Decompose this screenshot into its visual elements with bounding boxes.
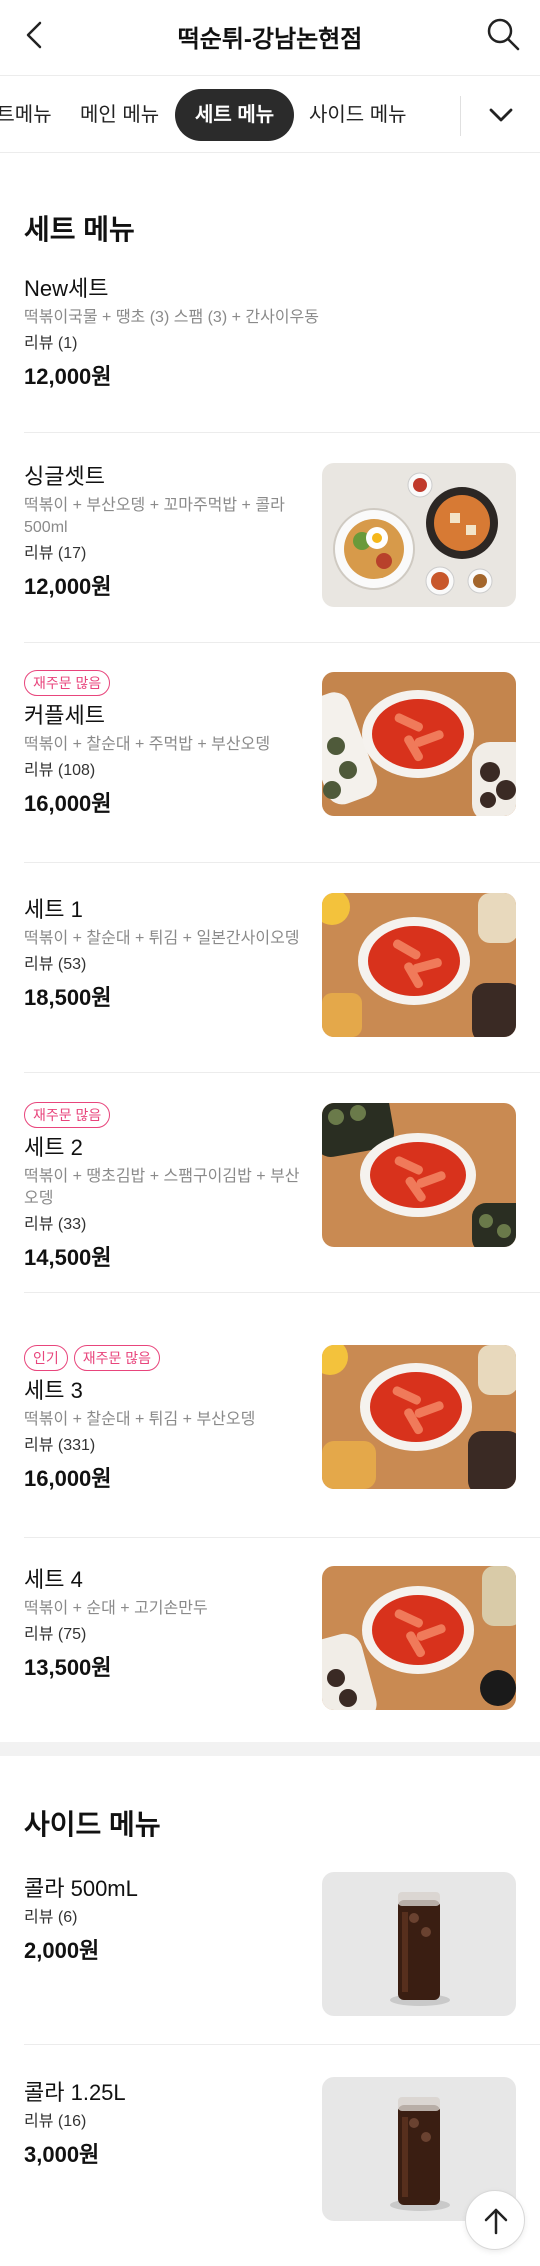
arrow-up-icon: [484, 2208, 508, 2235]
tteokbokki-photo[interactable]: [322, 893, 516, 1037]
menu-item-price: 2,000원: [24, 1938, 100, 1963]
menu-item-desc: 떡볶이국물 + 땡초 (3) 스팸 (3) + 간사이우동: [24, 309, 319, 326]
menu-item[interactable]: 재주문 많음 세트 2 떡볶이 + 땡초김밥 + 스팸구이김밥 + 부산오뎅 리…: [0, 1073, 540, 1293]
menu-category-tabs: 세트메뉴 메인 메뉴 세트 메뉴 사이드 메뉴: [0, 75, 540, 153]
reorder-badge: 재주문 많음: [24, 670, 111, 696]
menu-item-desc: 떡볶이 + 찰순대 + 주먹밥 + 부산오뎅: [24, 736, 271, 753]
store-title: 떡순튀-강남논현점: [177, 26, 363, 53]
menu-item-price: 12,000원: [24, 574, 112, 599]
section-title-side-menu: 사이드 메뉴: [24, 1809, 161, 1840]
menu-item-info: 인기 재주문 많음 세트 3 떡볶이 + 찰순대 + 튀김 + 부산오뎅 리뷰 …: [24, 1345, 304, 1493]
menu-item-review: 리뷰 (1): [24, 335, 78, 352]
menu-item[interactable]: 콜라 1.25L 리뷰 (16) 3,000원: [0, 2045, 540, 2266]
menu-item-name: 커플세트: [24, 703, 105, 728]
menu-item-info: 재주문 많음 세트 2 떡볶이 + 땡초김밥 + 스팸구이김밥 + 부산오뎅 리…: [24, 1102, 304, 1272]
menu-item-name: 세트 4: [24, 1567, 83, 1592]
menu-item[interactable]: New세트 떡볶이국물 + 땡초 (3) 스팸 (3) + 간사이우동 리뷰 (…: [0, 275, 540, 433]
reorder-badge: 재주문 많음: [24, 1102, 111, 1128]
menu-item-name: 세트 1: [24, 897, 83, 922]
tteokbokki-photo[interactable]: [322, 1566, 516, 1710]
menu-item-name: 세트 2: [24, 1135, 83, 1160]
tab-main-menu[interactable]: 메인 메뉴: [80, 89, 159, 141]
menu-item-review: 리뷰 (6): [24, 1909, 78, 1926]
tab-side-menu[interactable]: 사이드 메뉴: [309, 89, 407, 141]
menu-item[interactable]: 세트 1 떡볶이 + 찰순대 + 튀김 + 일본간사이오뎅 리뷰 (53) 18…: [0, 863, 540, 1073]
menu-item-price: 3,000원: [24, 2142, 100, 2167]
tteokbokki-photo[interactable]: [322, 1103, 516, 1247]
menu-item-info: 싱글셋트 떡볶이 + 부산오뎅 + 꼬마주먹밥 + 콜라 500ml 리뷰 (1…: [24, 463, 304, 601]
tteokbokki-photo[interactable]: [322, 1345, 516, 1489]
menu-item-review: 리뷰 (16): [24, 2113, 87, 2130]
badge-group: 재주문 많음: [24, 670, 304, 696]
badge-group: 인기 재주문 많음: [24, 1345, 304, 1371]
menu-item-review: 리뷰 (53): [24, 956, 87, 973]
menu-item-price: 13,500원: [24, 1655, 112, 1680]
menu-item-desc: 떡볶이 + 찰순대 + 튀김 + 일본간사이오뎅: [24, 930, 300, 947]
menu-item[interactable]: 콜라 500mL 리뷰 (6) 2,000원: [0, 1870, 540, 2045]
menu-item-name: 싱글셋트: [24, 464, 105, 489]
menu-item-desc: 떡볶이 + 찰순대 + 튀김 + 부산오뎅: [24, 1411, 256, 1428]
menu-item-review: 리뷰 (331): [24, 1437, 96, 1454]
menu-item-name: New세트: [24, 276, 109, 301]
menu-item[interactable]: 싱글셋트 떡볶이 + 부산오뎅 + 꼬마주먹밥 + 콜라 500ml 리뷰 (1…: [0, 433, 540, 643]
menu-item-review: 리뷰 (17): [24, 545, 87, 562]
menu-item-review: 리뷰 (33): [24, 1216, 87, 1233]
menu-item-info: 세트 1 떡볶이 + 찰순대 + 튀김 + 일본간사이오뎅 리뷰 (53) 18…: [24, 896, 304, 1012]
menu-item-price: 12,000원: [24, 364, 112, 389]
menu-item-name: 세트 3: [24, 1378, 83, 1403]
section-separator: [0, 1742, 540, 1756]
scroll-top-button[interactable]: [465, 2190, 525, 2250]
tab-set-menu[interactable]: 세트 메뉴: [175, 89, 295, 141]
menu-item-review: 리뷰 (75): [24, 1626, 87, 1643]
menu-item-desc: 떡볶이 + 부산오뎅 + 꼬마주먹밥 + 콜라 500ml: [24, 497, 285, 536]
menu-item-name: 콜라 500mL: [24, 1876, 138, 1901]
reorder-badge: 재주문 많음: [73, 1345, 161, 1371]
badge-group: 재주문 많음: [24, 1102, 304, 1128]
menu-item-info: 세트 4 떡볶이 + 순대 + 고기손만두 리뷰 (75) 13,500원: [24, 1566, 304, 1682]
menu-item-price: 18,500원: [24, 985, 112, 1010]
popular-badge: 인기: [24, 1345, 68, 1371]
menu-item-info: 콜라 1.25L 리뷰 (16) 3,000원: [24, 2079, 304, 2169]
menu-item-info: 재주문 많음 커플세트 떡볶이 + 찰순대 + 주먹밥 + 부산오뎅 리뷰 (1…: [24, 670, 304, 818]
menu-item-desc: 떡볶이 + 순대 + 고기손만두: [24, 1600, 208, 1617]
tab-set-menu-partial[interactable]: 세트메뉴: [0, 89, 52, 141]
menu-item-info: New세트 떡볶이국물 + 땡초 (3) 스팸 (3) + 간사이우동 리뷰 (…: [24, 275, 319, 391]
menu-item[interactable]: 인기 재주문 많음 세트 3 떡볶이 + 찰순대 + 튀김 + 부산오뎅 리뷰 …: [0, 1293, 540, 1538]
menu-item-review: 리뷰 (108): [24, 762, 96, 779]
menu-item-price: 16,000원: [24, 791, 112, 816]
menu-item-desc: 떡볶이 + 땡초김밥 + 스팸구이김밥 + 부산오뎅: [24, 1168, 300, 1207]
app-header: 떡순튀-강남논현점: [0, 0, 540, 70]
menu-item-info: 콜라 500mL 리뷰 (6) 2,000원: [24, 1875, 304, 1965]
menu-item-price: 16,000원: [24, 1466, 112, 1491]
bibimbap-set-photo[interactable]: [322, 463, 516, 607]
chevron-down-icon[interactable]: [482, 96, 520, 134]
search-icon[interactable]: [484, 15, 522, 53]
tab-divider: [460, 96, 461, 136]
menu-item-name: 콜라 1.25L: [24, 2080, 126, 2105]
menu-item-price: 14,500원: [24, 1245, 112, 1270]
menu-item[interactable]: 재주문 많음 커플세트 떡볶이 + 찰순대 + 주먹밥 + 부산오뎅 리뷰 (1…: [0, 643, 540, 863]
menu-item[interactable]: 세트 4 떡볶이 + 순대 + 고기손만두 리뷰 (75) 13,500원: [0, 1538, 540, 1742]
cola-glass-photo[interactable]: [322, 1872, 516, 2016]
tteokbokki-photo[interactable]: [322, 672, 516, 816]
section-title-set-menu: 세트 메뉴: [24, 214, 135, 245]
